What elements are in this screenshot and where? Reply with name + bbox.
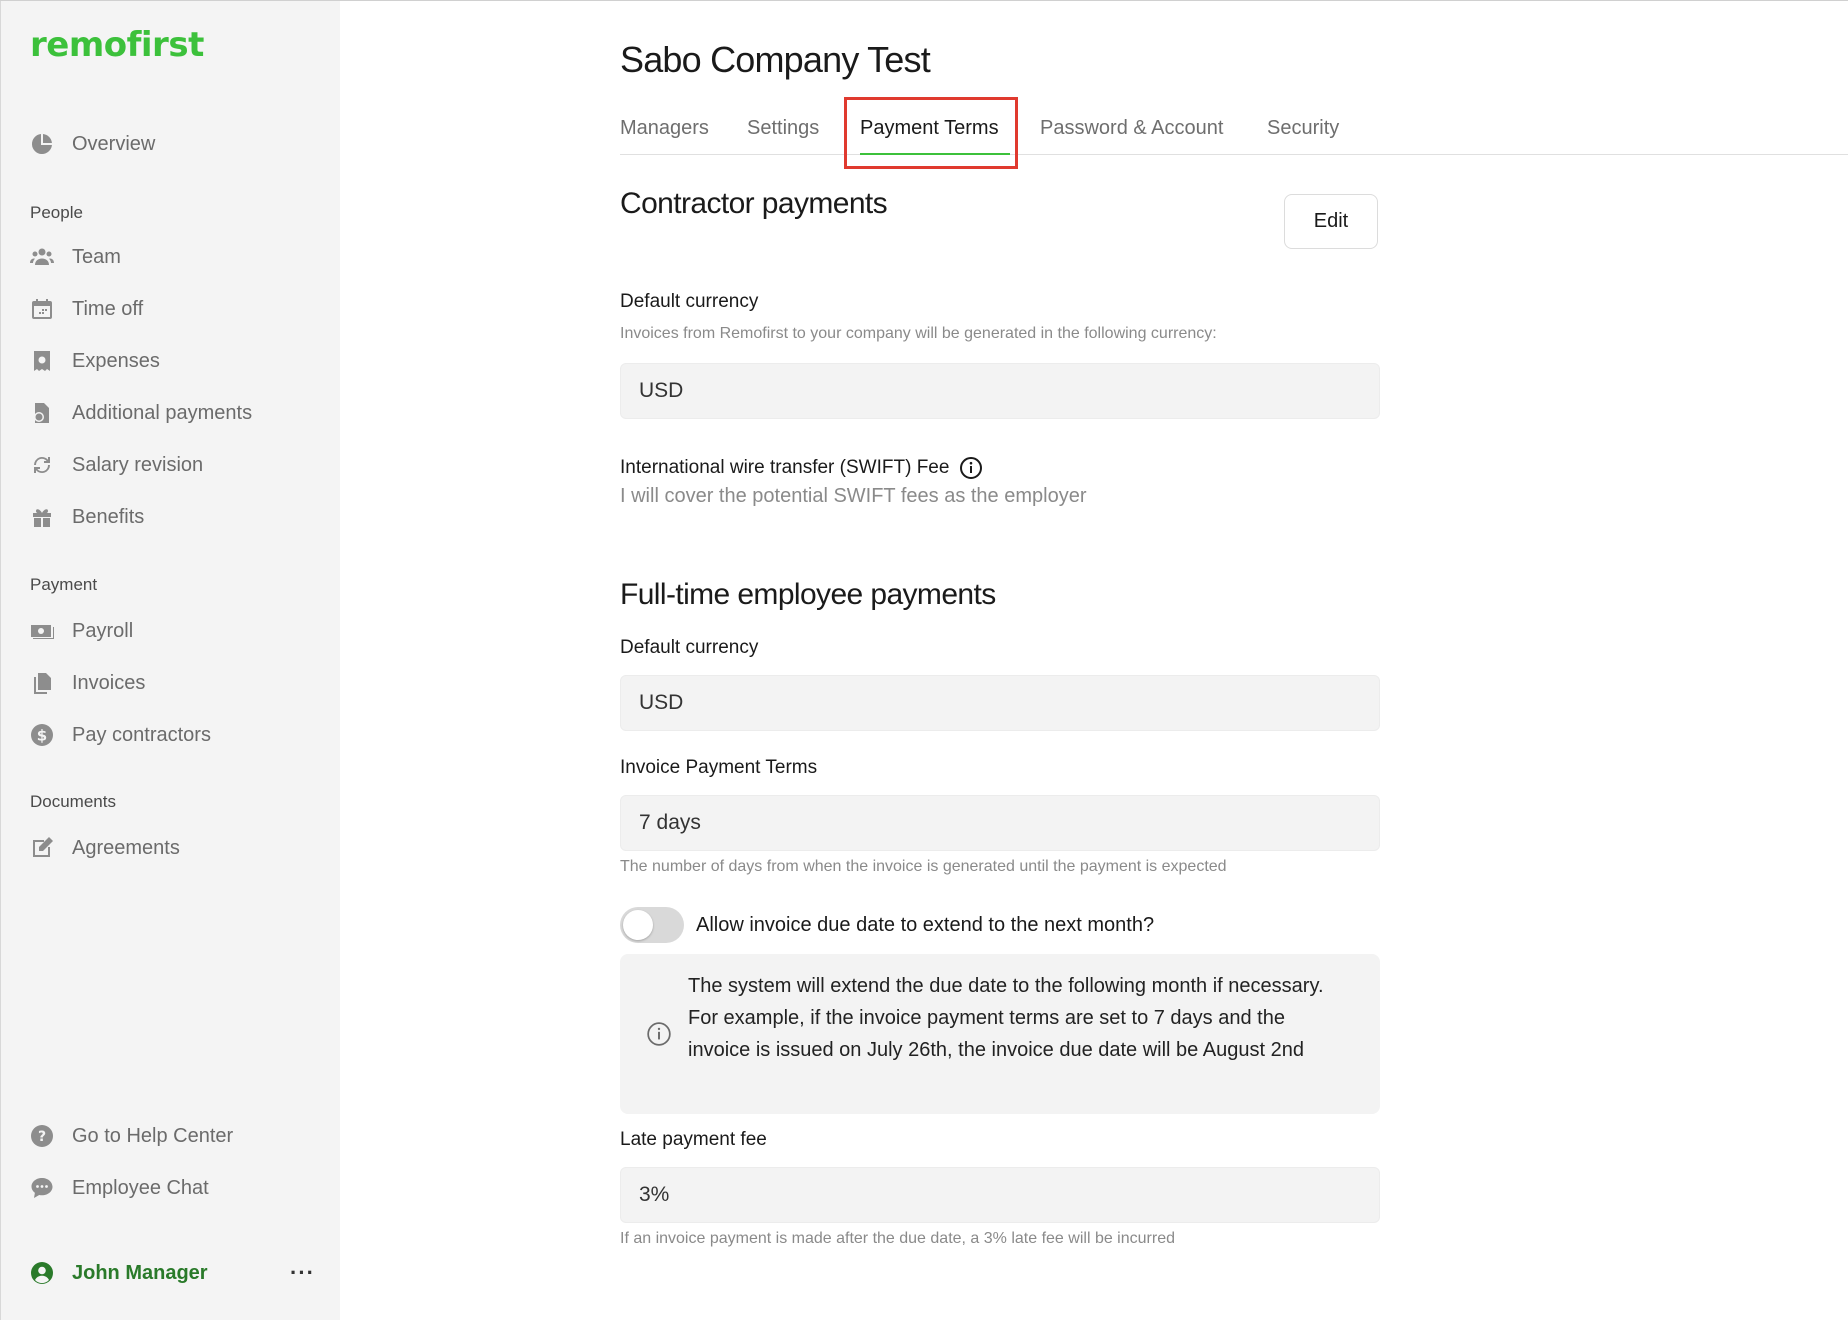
tab-settings[interactable]: Settings — [747, 117, 819, 140]
svg-text:?: ? — [38, 1129, 46, 1145]
contractor-currency-field[interactable]: USD — [620, 363, 1380, 419]
chat-icon — [30, 1176, 54, 1200]
gift-icon — [30, 505, 54, 529]
nav-overview[interactable]: Overview — [30, 124, 155, 164]
nav-additional-payments-label: Additional payments — [72, 401, 253, 424]
due-date-info-text: The system will extend the due date to t… — [688, 975, 1324, 1061]
late-fee-label: Late payment fee — [620, 1129, 767, 1150]
nav-employee-chat-label: Employee Chat — [72, 1176, 209, 1199]
contractor-currency-value: USD — [639, 379, 684, 402]
money-icon — [30, 619, 54, 643]
swift-fee-label: International wire transfer (SWIFT) Fee — [620, 457, 950, 478]
pie-chart-icon — [30, 132, 54, 156]
more-options-button[interactable]: ··· — [290, 1260, 315, 1286]
payment-terms-value: 7 days — [639, 811, 701, 834]
contractor-currency-help: Invoices from Remofirst to your company … — [620, 325, 1217, 342]
nav-employee-chat[interactable]: Employee Chat — [30, 1168, 209, 1208]
late-fee-help: If an invoice payment is made after the … — [620, 1230, 1175, 1247]
remofirst-logo[interactable]: remofirst — [30, 25, 204, 65]
info-circle-icon — [646, 1021, 672, 1047]
extend-due-date-toggle[interactable] — [620, 907, 684, 943]
nav-team[interactable]: Team — [30, 237, 121, 277]
late-fee-field[interactable]: 3% — [620, 1167, 1380, 1223]
nav-overview-label: Overview — [72, 132, 156, 155]
section-payment: Payment — [30, 575, 98, 594]
nav-payroll[interactable]: Payroll — [30, 611, 133, 651]
fulltime-currency-value: USD — [639, 691, 684, 714]
nav-time-off[interactable]: Time off — [30, 289, 143, 329]
nav-agreements-label: Agreements — [72, 836, 180, 859]
fulltime-currency-label: Default currency — [620, 637, 759, 658]
extend-due-date-label: Allow invoice due date to extend to the … — [696, 913, 1155, 936]
help-icon: ? — [30, 1124, 54, 1148]
tab-password-account[interactable]: Password & Account — [1040, 117, 1223, 140]
nav-agreements[interactable]: Agreements — [30, 828, 180, 868]
toggle-knob — [623, 910, 653, 940]
nav-benefits-label: Benefits — [72, 505, 145, 528]
fulltime-payments-heading: Full-time employee payments — [620, 578, 996, 611]
user-menu[interactable]: John Manager ··· — [30, 1255, 315, 1291]
edit-document-icon — [30, 836, 54, 860]
swift-fee-value: I will cover the potential SWIFT fees as… — [620, 485, 1087, 507]
nav-time-off-label: Time off — [72, 297, 144, 320]
tab-security[interactable]: Security — [1267, 117, 1339, 140]
contractor-currency-label: Default currency — [620, 291, 759, 312]
nav-help-center-label: Go to Help Center — [72, 1124, 234, 1147]
edit-button[interactable]: Edit — [1284, 194, 1378, 249]
section-documents: Documents — [30, 792, 116, 811]
nav-help-center[interactable]: ? Go to Help Center — [30, 1116, 233, 1156]
sidebar: remofirst Overview People Team Time off … — [0, 1, 340, 1320]
payment-terms-label: Invoice Payment Terms — [620, 757, 818, 778]
nav-benefits[interactable]: Benefits — [30, 497, 144, 537]
nav-invoices[interactable]: Invoices — [30, 663, 145, 703]
team-icon — [30, 245, 54, 269]
user-avatar-icon — [30, 1261, 54, 1285]
nav-salary-revision-label: Salary revision — [72, 453, 204, 476]
tab-bar: Managers Settings Payment Terms Password… — [620, 107, 1848, 155]
receipt-icon — [30, 349, 54, 373]
due-date-info-box: The system will extend the due date to t… — [620, 954, 1380, 1114]
contractor-payments-heading: Contractor payments — [620, 187, 888, 220]
nav-additional-payments[interactable]: Additional payments — [30, 393, 252, 433]
nav-pay-contractors[interactable]: $ Pay contractors — [30, 715, 211, 755]
svg-text:$: $ — [37, 727, 47, 745]
fulltime-currency-field[interactable]: USD — [620, 675, 1380, 731]
late-fee-value: 3% — [639, 1183, 670, 1206]
extend-due-date-row: Allow invoice due date to extend to the … — [620, 907, 1154, 943]
swift-fee-label-row: International wire transfer (SWIFT) Fee — [620, 456, 983, 480]
tab-managers[interactable]: Managers — [620, 117, 709, 140]
payment-terms-field[interactable]: 7 days — [620, 795, 1380, 851]
nav-payroll-label: Payroll — [72, 619, 134, 642]
info-icon[interactable] — [959, 456, 983, 480]
section-people: People — [30, 203, 83, 222]
nav-invoices-label: Invoices — [72, 671, 146, 694]
user-name: John Manager — [72, 1261, 208, 1284]
nav-expenses[interactable]: Expenses — [30, 341, 160, 381]
document-money-icon — [30, 401, 54, 425]
page-title: Sabo Company Test — [620, 39, 931, 80]
calendar-icon — [30, 297, 54, 321]
nav-expenses-label: Expenses — [72, 349, 160, 372]
nav-pay-contractors-label: Pay contractors — [72, 723, 211, 746]
active-tab-highlight — [844, 97, 1018, 169]
payment-terms-help: The number of days from when the invoice… — [620, 858, 1227, 875]
dollar-circle-icon: $ — [30, 723, 54, 747]
documents-icon — [30, 671, 54, 695]
nav-team-label: Team — [72, 245, 121, 268]
refresh-icon — [30, 453, 54, 477]
nav-salary-revision[interactable]: Salary revision — [30, 445, 203, 485]
